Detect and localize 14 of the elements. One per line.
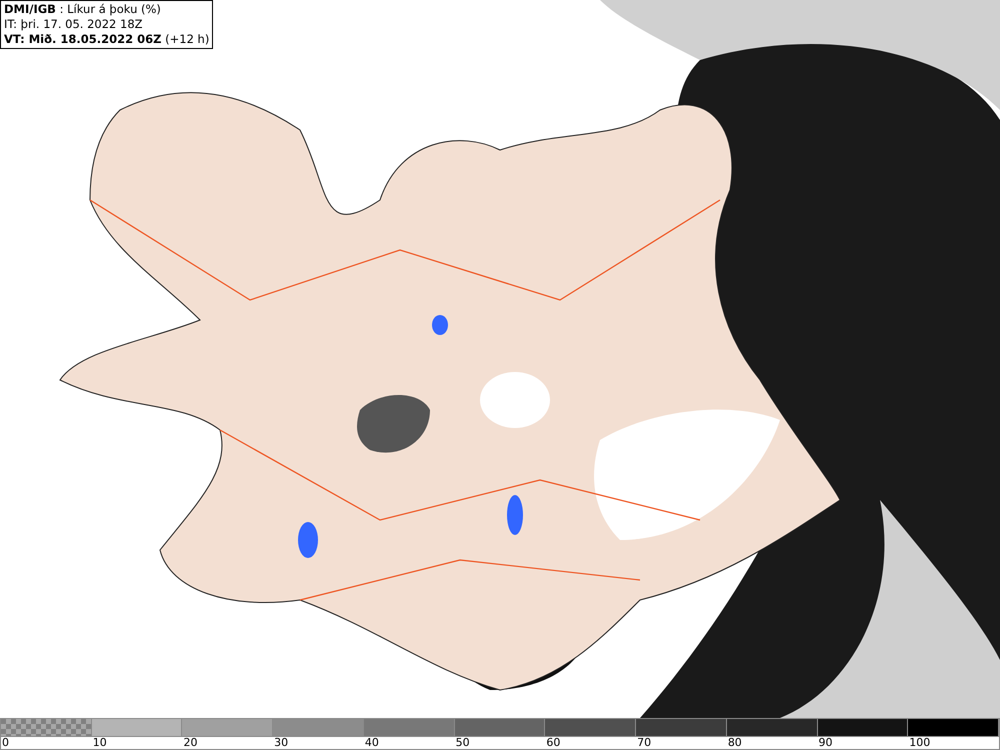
legend-label: 50: [454, 737, 470, 749]
legend-label: 10: [92, 737, 107, 749]
legend-label: 80: [726, 737, 742, 749]
legend-label: 20: [182, 737, 198, 749]
info-line: DMI/IGB : Líkur á þoku (%): [4, 2, 162, 17]
legend-label: 90: [818, 737, 833, 749]
info-line: VT: Mið. 18.05.2022 06Z (+12 h): [4, 32, 210, 47]
legend-label: 30: [273, 737, 288, 749]
legend-label: 100: [908, 737, 930, 749]
legend-label: 40: [364, 737, 379, 749]
legend-label: 60: [545, 737, 560, 749]
legend-label: 0: [1, 737, 9, 749]
legend-label: 70: [636, 737, 652, 749]
info-line: IT: þri. 17. 05. 2022 18Z: [4, 17, 144, 32]
